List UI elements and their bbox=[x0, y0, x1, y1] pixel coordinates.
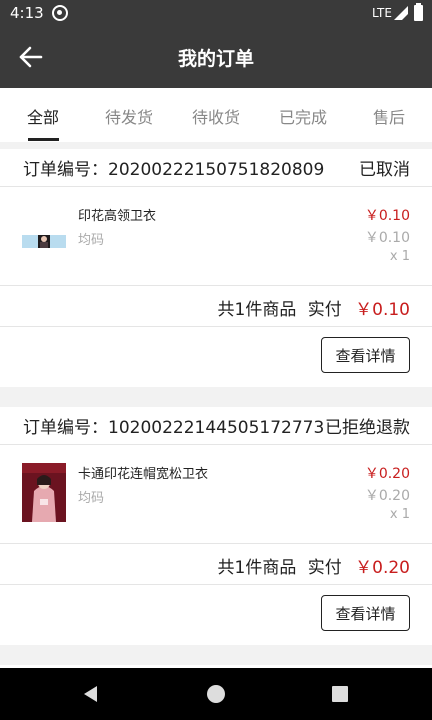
product-quantity: x 1 bbox=[389, 507, 410, 522]
tab-pending-shipment[interactable]: 待发货 bbox=[94, 104, 164, 128]
summary-text: 共1件商品 实付 ￥0.10 bbox=[218, 295, 411, 320]
product-row[interactable]: 卡通印花连帽宽松卫衣 均码 ￥0.20 ￥0.20 x 1 bbox=[0, 445, 432, 544]
paid-label: 实付 bbox=[307, 558, 342, 578]
app-header: 我的订单 bbox=[0, 26, 432, 88]
product-spec: 均码 bbox=[78, 233, 105, 248]
tab-completed[interactable]: 已完成 bbox=[268, 104, 338, 128]
tab-pending-receipt[interactable]: 待收货 bbox=[181, 104, 251, 128]
product-name: 印花高领卫衣 bbox=[78, 209, 157, 224]
product-row[interactable]: 印花高领卫衣 均码 ￥0.10 ￥0.10 x 1 bbox=[0, 187, 432, 286]
product-spec: 均码 bbox=[78, 491, 105, 506]
app-notification-icon bbox=[52, 5, 68, 21]
view-details-button[interactable]: 查看详情 bbox=[321, 595, 410, 631]
product-original-price: ￥0.20 bbox=[364, 488, 410, 504]
order-card: 订单编号：20200222150751820809 已取消 印花高领卫衣 均码 … bbox=[0, 149, 432, 387]
order-status-tabs: 全部 待发货 待收货 已完成 售后 bbox=[0, 88, 432, 142]
product-thumbnail bbox=[22, 463, 66, 522]
item-count-text: 共1件商品 bbox=[217, 300, 297, 320]
battery-icon bbox=[414, 3, 423, 21]
tab-after-sales[interactable]: 售后 bbox=[354, 104, 424, 128]
order-actions: 查看详情 bbox=[0, 585, 432, 640]
signal-icon bbox=[394, 6, 408, 20]
paid-label: 实付 bbox=[307, 300, 342, 320]
view-details-button[interactable]: 查看详情 bbox=[321, 337, 410, 373]
tab-all[interactable]: 全部 bbox=[8, 104, 78, 128]
product-price: ￥0.20 bbox=[364, 466, 410, 482]
product-price: ￥0.10 bbox=[364, 208, 410, 224]
summary-text: 共1件商品 实付 ￥0.20 bbox=[218, 553, 411, 578]
product-original-price: ￥0.10 bbox=[364, 230, 410, 246]
order-header: 订单编号：20200222150751820809 已取消 bbox=[0, 149, 432, 187]
order-summary: 共1件商品 实付 ￥0.10 bbox=[0, 286, 432, 327]
order-card: 订单编号：10200222144505172773 已拒绝退款 卡通印花连帽宽松… bbox=[0, 407, 432, 645]
order-number: 订单编号：10200222144505172773 bbox=[23, 418, 325, 438]
paid-amount: ￥0.20 bbox=[355, 558, 410, 578]
status-bar: 4:13 LTE bbox=[0, 0, 432, 26]
order-header: 订单编号：10200222144505172773 已拒绝退款 bbox=[0, 407, 432, 445]
item-count-text: 共1件商品 bbox=[217, 558, 297, 578]
nav-home-icon[interactable] bbox=[207, 685, 225, 703]
order-status: 已拒绝退款 bbox=[325, 418, 410, 438]
product-thumbnail bbox=[22, 235, 66, 248]
nav-recent-apps-icon[interactable] bbox=[332, 686, 348, 702]
order-number: 订单编号：20200222150751820809 bbox=[23, 160, 325, 180]
page-title: 我的订单 bbox=[177, 48, 254, 70]
order-summary: 共1件商品 实付 ￥0.20 bbox=[0, 544, 432, 585]
product-name: 卡通印花连帽宽松卫衣 bbox=[78, 467, 209, 482]
order-status: 已取消 bbox=[359, 160, 410, 180]
order-actions: 查看详情 bbox=[0, 327, 432, 382]
paid-amount: ￥0.10 bbox=[355, 300, 410, 320]
nav-back-icon[interactable] bbox=[82, 685, 100, 703]
status-time: 4:13 bbox=[10, 4, 44, 22]
network-type-label: LTE bbox=[372, 6, 392, 20]
system-navigation-bar bbox=[0, 668, 432, 720]
product-quantity: x 1 bbox=[389, 249, 410, 264]
active-tab-indicator bbox=[28, 138, 59, 141]
